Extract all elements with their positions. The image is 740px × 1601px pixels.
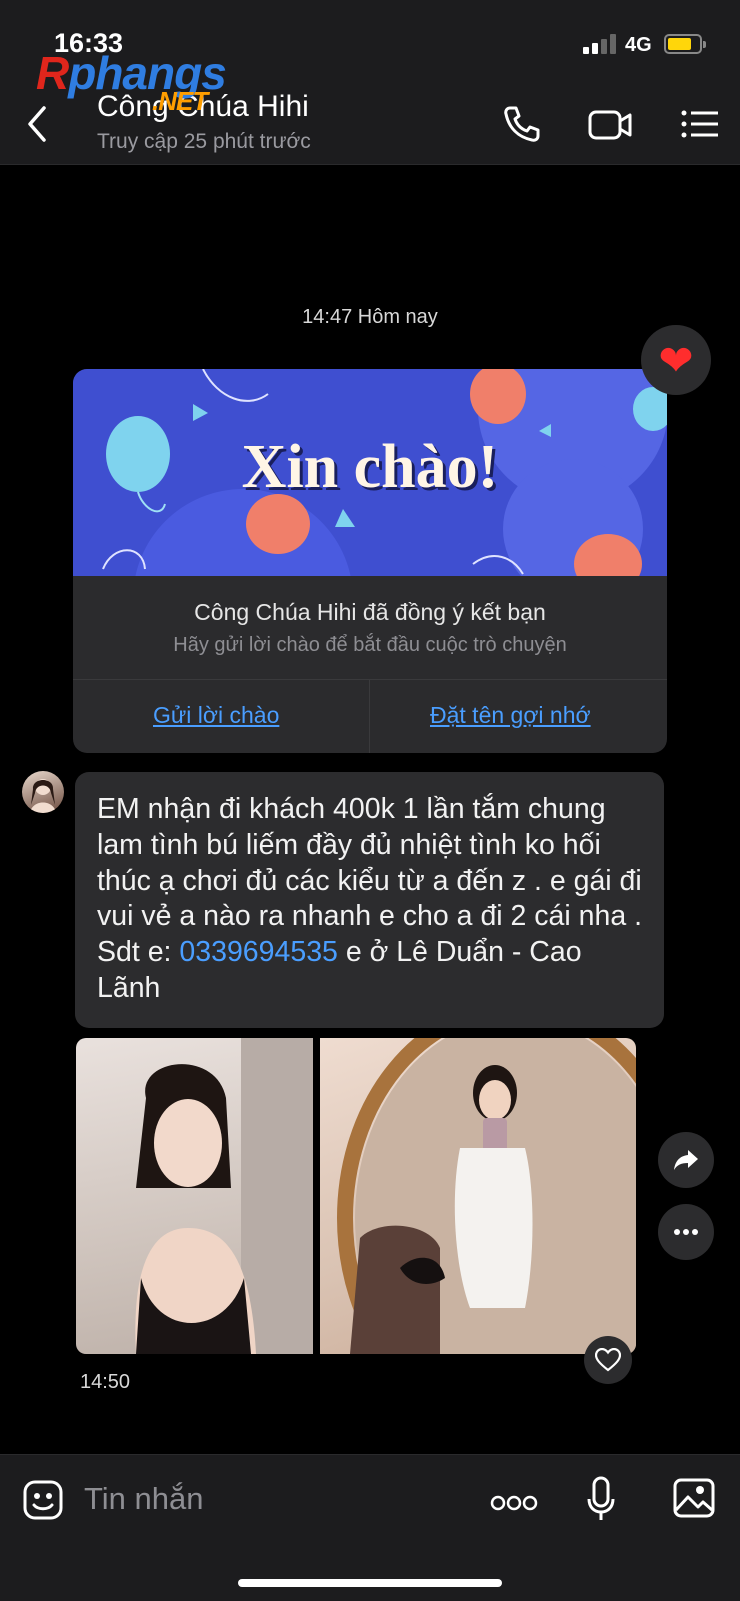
signal-icon <box>583 34 619 54</box>
card-title: Công Chúa Hihi đã đồng ý kết bạn <box>194 599 546 625</box>
home-indicator <box>238 1579 502 1587</box>
microphone-icon[interactable] <box>586 1475 616 1523</box>
message-timestamp: 14:50 <box>80 1371 131 1393</box>
message-input[interactable]: Tin nhắn <box>84 1481 204 1517</box>
ellipsis-icon <box>674 1229 698 1235</box>
battery-icon <box>664 34 706 54</box>
like-heart-icon[interactable] <box>584 1336 632 1384</box>
set-nickname-link[interactable]: Đặt tên gợi nhớ <box>430 702 591 729</box>
network-type: 4G <box>625 34 652 56</box>
greeting-banner: Xin chào! Xin chào! <box>73 369 667 576</box>
message-bubble[interactable]: EM nhận đi khách 400k 1 lần tắm chung la… <box>75 772 664 1028</box>
forward-button[interactable] <box>658 1132 714 1188</box>
phone-call-icon[interactable] <box>500 104 544 144</box>
friend-accepted-card: Xin chào! Xin chào! Công Chúa Hihi đã đồ… <box>73 369 667 753</box>
photo-attachment[interactable] <box>320 1038 636 1354</box>
divider <box>369 679 370 753</box>
watermark-logo: Rphangs .NET <box>36 47 227 116</box>
balloons-illustration: Xin chào! Xin chào! <box>102 369 667 576</box>
banner-title: Xin chào! <box>242 433 499 501</box>
send-greeting-link[interactable]: Gửi lời chào <box>153 702 279 729</box>
last-seen-status: Truy cập 25 phút trước <box>97 130 311 153</box>
avatar[interactable] <box>22 771 64 813</box>
message-text: EM nhận đi khách 400k 1 lần tắm chung la… <box>97 793 643 1004</box>
phone-number-link[interactable]: 0339694535 <box>179 936 338 968</box>
menu-list-icon[interactable] <box>680 104 720 144</box>
more-options-button[interactable] <box>658 1204 714 1260</box>
more-icon[interactable] <box>490 1495 538 1511</box>
message-composer: Tin nhắn <box>0 1454 740 1601</box>
back-arrow-icon[interactable] <box>24 102 50 146</box>
video-call-icon[interactable] <box>586 104 634 144</box>
card-subtitle: Hãy gửi lời chào để bắt đầu cuộc trò chu… <box>173 634 567 656</box>
image-gallery-icon[interactable] <box>672 1477 716 1519</box>
emoji-sticker-icon[interactable] <box>22 1479 64 1521</box>
photo-attachment[interactable] <box>76 1038 313 1354</box>
divider <box>73 679 667 680</box>
forward-arrow-icon <box>674 1150 698 1170</box>
heart-reaction-icon[interactable]: ❤ <box>641 325 711 395</box>
date-separator: 14:47 Hôm nay <box>302 306 438 328</box>
